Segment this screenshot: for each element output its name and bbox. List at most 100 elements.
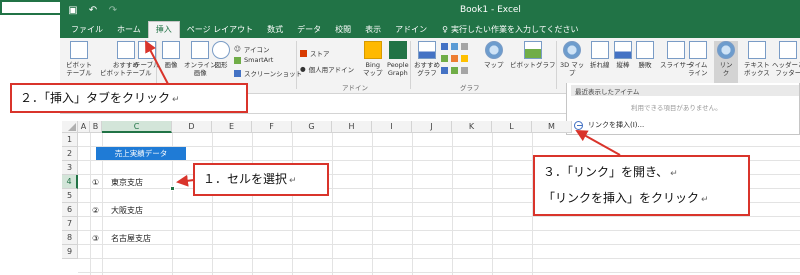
- group-label-charts: グラフ: [460, 84, 480, 92]
- select-all-corner[interactable]: [62, 121, 78, 133]
- cell-b4[interactable]: ①: [92, 176, 99, 189]
- cell-c4[interactable]: 東京支店: [111, 176, 143, 189]
- tab-home[interactable]: ホーム: [110, 22, 148, 38]
- people-graph-button[interactable]: People Graph: [387, 41, 409, 77]
- row-header-9[interactable]: 9: [62, 245, 78, 259]
- row-header-6[interactable]: 6: [62, 203, 78, 217]
- row-header-4[interactable]: 4: [62, 175, 78, 189]
- row-header-8[interactable]: 8: [62, 231, 78, 245]
- pivot-chart-button[interactable]: ピボットグラフ: [510, 41, 556, 69]
- header-footer-button[interactable]: ヘッダーと フッター: [772, 41, 800, 77]
- my-addins-button[interactable]: ● 個人用アドイン: [300, 64, 354, 74]
- row-header-3[interactable]: 3: [62, 161, 78, 175]
- cell-c8[interactable]: 名古屋支店: [111, 232, 151, 245]
- column-header-b[interactable]: B: [90, 121, 102, 133]
- pivot-table-button[interactable]: ピボット テーブル: [66, 41, 92, 77]
- column-header-a[interactable]: A: [78, 121, 90, 133]
- insert-link-menu-item[interactable]: リンクを挿入(I)...: [571, 119, 799, 131]
- column-header-c[interactable]: C: [102, 121, 172, 133]
- scatter-chart-icon: [451, 67, 458, 74]
- tab-view[interactable]: 表示: [358, 22, 388, 38]
- textbox-button[interactable]: テキスト ボックス: [744, 41, 770, 77]
- online-picture-icon: [191, 41, 210, 59]
- screenshot-button[interactable]: スクリーンショット: [234, 68, 302, 78]
- tell-me-box[interactable]: ♀ 実行したい作業を入力してください: [434, 22, 584, 38]
- link-label: リン ク: [719, 61, 733, 77]
- column-header-i[interactable]: I: [372, 121, 412, 133]
- bing-icon: [363, 41, 382, 59]
- redo-icon[interactable]: ↷: [106, 3, 120, 17]
- title-bar: ▣ ↶ ↷ Book1 - Excel: [60, 0, 800, 22]
- store-button[interactable]: ストア: [300, 48, 330, 58]
- sparkline-line-icon: [590, 41, 609, 59]
- chart-row-2[interactable]: [441, 55, 468, 62]
- grid-line: [212, 133, 213, 275]
- row-header-5[interactable]: 5: [62, 189, 78, 203]
- column-header-k[interactable]: K: [452, 121, 492, 133]
- table-icon: [137, 41, 156, 59]
- timeline-button[interactable]: タイム ライン: [688, 41, 708, 77]
- icons-button[interactable]: ☺ アイコン: [234, 44, 269, 54]
- bing-maps-label: Bing マップ: [363, 61, 383, 77]
- store-label: ストア: [310, 50, 330, 58]
- row-header-7[interactable]: 7: [62, 217, 78, 231]
- shapes-label: 図形: [214, 61, 228, 69]
- picture-icon: [162, 41, 180, 59]
- textbox-icon: [747, 41, 766, 59]
- link-button[interactable]: リン ク: [714, 41, 738, 85]
- sparkline-line-button[interactable]: 折れ線: [590, 41, 610, 69]
- cell-b8[interactable]: ③: [92, 232, 99, 245]
- return-mark: ↵: [289, 176, 297, 186]
- fill-handle[interactable]: [170, 186, 175, 191]
- timeline-icon: [688, 41, 707, 59]
- cell-c2-title[interactable]: 売上実績データ: [96, 147, 186, 160]
- tab-insert[interactable]: 挿入: [147, 21, 180, 38]
- column-header-j[interactable]: J: [412, 121, 452, 133]
- tab-addins[interactable]: アドイン: [388, 22, 434, 38]
- column-header-d[interactable]: D: [172, 121, 212, 133]
- quick-access-toolbar: ▣ ↶ ↷: [66, 3, 120, 17]
- pivot-table-icon: [70, 41, 88, 59]
- chart-row-1[interactable]: [441, 43, 468, 50]
- lightbulb-icon: ♀: [442, 25, 449, 34]
- map-chart-button[interactable]: マップ: [484, 41, 504, 69]
- column-header-f[interactable]: F: [252, 121, 292, 133]
- undo-icon[interactable]: ↶: [86, 3, 100, 17]
- bing-maps-button[interactable]: Bing マップ: [363, 41, 383, 77]
- link-dropdown-menu: 最近表示したアイテム 利用できる項目がありません。 リンクを挿入(I)...: [566, 83, 800, 135]
- sparkline-winloss-button[interactable]: 勝敗: [636, 41, 654, 69]
- callout-step3-line2: 「リンクを挿入」をクリック: [543, 191, 700, 205]
- tab-formulas[interactable]: 数式: [260, 22, 290, 38]
- pivot-table-label: ピボット テーブル: [66, 61, 92, 77]
- tab-review[interactable]: 校閲: [328, 22, 358, 38]
- tab-file[interactable]: ファイル: [64, 22, 110, 38]
- recent-items-header: 最近表示したアイテム: [571, 85, 799, 96]
- column-header-e[interactable]: E: [212, 121, 252, 133]
- chart-row-3[interactable]: [441, 67, 468, 74]
- column-header-l[interactable]: L: [492, 121, 532, 133]
- selected-cell-border: [0, 0, 66, 15]
- recommended-charts-button[interactable]: おすすめ グラフ: [414, 41, 440, 77]
- grid-line: [372, 133, 373, 275]
- callout-step3: ３．「リンク」を開き、 ↵ 「リンクを挿入」をクリック ↵: [533, 155, 750, 216]
- hierarchy-chart-icon: [451, 43, 458, 50]
- tab-page-layout[interactable]: ページ レイアウト: [180, 22, 260, 38]
- winloss-label: 勝敗: [638, 61, 652, 69]
- column-header-g[interactable]: G: [292, 121, 332, 133]
- save-icon[interactable]: ▣: [66, 3, 80, 17]
- shapes-button[interactable]: 図形: [212, 41, 230, 69]
- cell-c6[interactable]: 大阪支店: [111, 204, 143, 217]
- cell-b6[interactable]: ②: [92, 204, 99, 217]
- ribbon-tabs: ファイル ホーム 挿入 ページ レイアウト 数式 データ 校閲 表示 アドイン …: [60, 21, 800, 38]
- column-chart-icon: [441, 43, 448, 50]
- 3d-map-button[interactable]: 3D マッ プ: [560, 41, 584, 77]
- sparkline-column-button[interactable]: 縦棒: [614, 41, 632, 69]
- smartart-button[interactable]: SmartArt: [234, 56, 273, 64]
- row-header-1[interactable]: 1: [62, 133, 78, 147]
- return-mark: ↵: [172, 95, 180, 105]
- column-header-m[interactable]: M: [532, 121, 572, 133]
- column-header-h[interactable]: H: [332, 121, 372, 133]
- picture-button[interactable]: 画像: [162, 41, 180, 69]
- row-header-2[interactable]: 2: [62, 147, 78, 161]
- tab-data[interactable]: データ: [290, 22, 328, 38]
